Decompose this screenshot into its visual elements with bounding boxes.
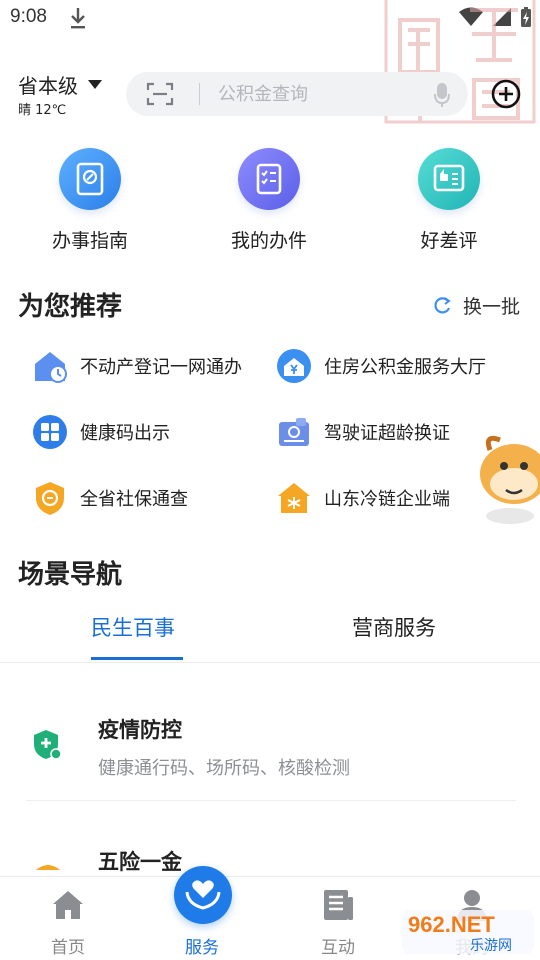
recommend-item[interactable]: 不动产登记一网通办 [32,346,242,386]
weather-text: 晴 12℃ [18,103,67,118]
house-clock-icon [35,352,67,383]
region-selector[interactable]: 省本级 [18,70,102,99]
scene-nav-title: 场景导航 [18,560,123,590]
status-time: 9:08 [10,6,47,27]
cow-mascot-icon[interactable] [470,430,540,526]
compass-book-icon [59,148,121,210]
nav-interact-label: 互动 [321,938,355,958]
quick-action-guide[interactable]: 办事指南 [30,148,150,253]
tab-yingshang[interactable]: 营商服务 [352,612,436,642]
scene-divider [26,800,516,801]
quick-action-review[interactable]: 好差评 [389,148,509,253]
recommend-item[interactable]: 住房公积金服务大厅 [276,346,486,386]
recommend-item-label: 不动产登记一网通办 [80,357,242,378]
nav-home[interactable]: 首页 [8,877,128,960]
quick-action-label: 我的办件 [230,230,307,252]
grid-app-icon [33,415,67,449]
scene-item-title: 疫情防控 [98,718,182,742]
scan-icon[interactable] [146,82,174,106]
svg-text:乐游网: 乐游网 [470,938,512,954]
quick-action-my-cases[interactable]: 我的办件 [209,148,329,253]
add-circle-icon[interactable] [490,78,522,110]
scene-item-desc: 健康通行码、场所码、核酸检测 [98,758,350,779]
shield-badge-icon [36,482,64,515]
active-tab-indicator [91,657,183,660]
recommend-item[interactable]: 全省社保通查 [32,478,188,518]
recommend-item-label: 健康码出示 [80,423,170,444]
refresh-label: 换一批 [462,296,520,318]
recommend-item[interactable]: 健康码出示 [32,412,170,452]
svg-text:962.NET: 962.NET [408,912,495,937]
nav-service-label: 服务 [185,938,219,958]
news-icon [324,890,353,920]
recommend-item-label: 山东冷链企业端 [324,489,450,510]
caret-down-icon [88,80,102,89]
recommend-item-label: 住房公积金服务大厅 [324,357,486,378]
recommend-title: 为您推荐 [18,292,123,322]
medical-shield-icon [34,730,62,760]
quick-action-label: 好差评 [420,230,478,252]
nav-home-label: 首页 [51,938,85,958]
download-icon [71,8,85,29]
snowflake-house-icon [278,483,310,513]
home-icon [53,891,83,919]
nav-interact[interactable]: 互动 [278,877,398,960]
scene-item-title: 五险一金 [98,850,182,874]
tabs-divider [0,662,540,663]
house-yen-icon [277,349,311,383]
recommend-item-label: 全省社保通查 [80,489,188,510]
refresh-icon [434,296,451,313]
search-divider [199,83,200,105]
brand-watermark-icon: 962.NET 乐游网 [402,910,534,954]
recommend-item-label: 驾驶证超龄换证 [324,423,450,444]
checklist-icon [238,148,300,210]
search-bar[interactable] [126,72,468,116]
scene-item-insurance[interactable]: 五险一金 [0,840,540,880]
microphone-icon[interactable] [434,82,450,108]
scene-item-epidemic[interactable]: 疫情防控 健康通行码、场所码、核酸检测 [0,700,540,790]
refresh-button[interactable]: 换一批 [433,292,520,319]
recommend-item[interactable]: 山东冷链企业端 [276,478,450,518]
thumbs-up-card-icon [418,148,480,210]
license-card-icon [279,418,309,446]
tab-minsheng[interactable]: 民生百事 [91,612,175,642]
region-name: 省本级 [18,74,78,98]
search-input[interactable] [218,72,418,116]
recommend-item[interactable]: 驾驶证超龄换证 [276,412,450,452]
heart-hands-icon[interactable] [174,866,232,924]
quick-action-label: 办事指南 [51,230,128,252]
